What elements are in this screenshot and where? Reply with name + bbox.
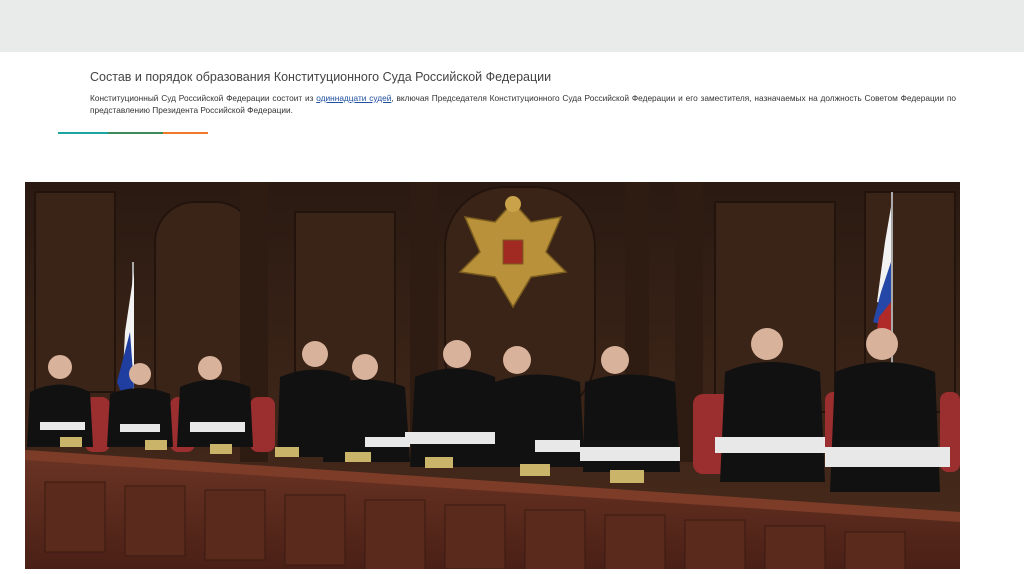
eleven-judges-link[interactable]: одиннадцати судей: [316, 93, 391, 103]
court-photo: [25, 182, 960, 569]
top-band: [0, 0, 1024, 52]
slide-body-text: Конституционный Суд Российской Федерации…: [90, 92, 956, 116]
rule-segment-teal: [58, 132, 108, 134]
slide-title: Состав и порядок образования Конституцио…: [90, 70, 552, 84]
court-photo-illustration: [25, 182, 960, 569]
rule-segment-orange: [163, 132, 208, 134]
body-text-start: Конституционный Суд Российской Федерации…: [90, 93, 317, 103]
slide: Состав и порядок образования Конституцио…: [0, 52, 1024, 574]
rule-segment-green: [108, 132, 163, 134]
tricolor-rule: [58, 132, 208, 134]
